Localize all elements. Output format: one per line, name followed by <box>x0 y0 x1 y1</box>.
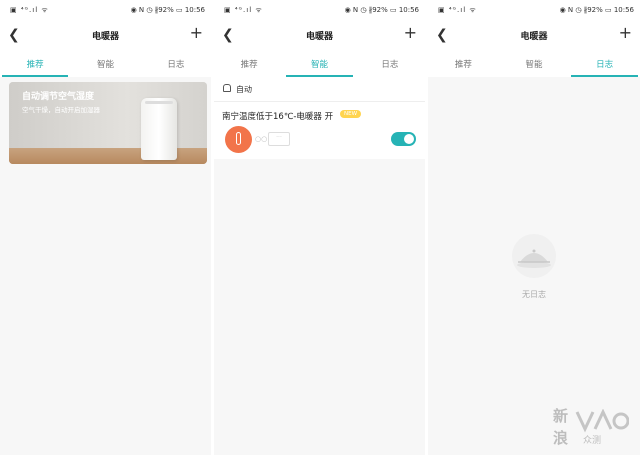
status-bar: ▣ ⁴ᴳ.ıl ᯤ ◉ N ◷ ∦92% ▭ 10:56 <box>428 0 640 20</box>
tab-bar: 推荐 智能 日志 <box>214 50 425 77</box>
status-bar: ▣ ⁴ᴳ.ıl ᯤ ◉ N ◷ ∦92% ▭ 10:56 <box>214 0 425 20</box>
empty-state-icon <box>512 234 556 278</box>
tab-log[interactable]: 日志 <box>141 50 211 77</box>
card-floor <box>9 148 207 164</box>
section-label: 自动 <box>236 85 252 94</box>
tab-log[interactable]: 日志 <box>355 50 425 77</box>
screen-smart: ▣ ⁴ᴳ.ıl ᯤ ◉ N ◷ ∦92% ▭ 10:56 ❮ 电暖器 + 推荐 … <box>214 0 425 455</box>
heater-device-icon: ··· <box>268 132 290 146</box>
rule-title: 南宁温度低于16℃-电暖器 开 <box>222 112 334 122</box>
tab-bar: 推荐 智能 日志 <box>428 50 640 77</box>
tab-smart[interactable]: 智能 <box>284 50 354 77</box>
status-left: ▣ ⁴ᴳ.ıl ᯤ <box>10 6 49 14</box>
watermark-char-bottom: 浪 <box>553 429 569 447</box>
section-header-auto: 自动 <box>214 77 425 101</box>
thermometer-icon <box>225 126 252 153</box>
card-subtitle: 空气干燥，自动开启加湿器 <box>22 106 100 114</box>
home-icon <box>223 84 231 92</box>
page-title: 电暖器 <box>520 32 548 42</box>
page-title: 电暖器 <box>305 32 333 42</box>
new-badge: NEW <box>340 110 362 118</box>
tab-smart[interactable]: 智能 <box>70 50 140 77</box>
card-title: 自动调节空气湿度 <box>22 92 95 102</box>
automation-rule-item[interactable]: 南宁温度低于16℃-电暖器 开 NEW ○○ ··· <box>214 101 425 159</box>
header: ❮ 电暖器 + <box>428 20 640 50</box>
rule-toggle[interactable] <box>391 132 416 146</box>
recommend-card[interactable]: 自动调节空气湿度 空气干燥，自动开启加湿器 <box>9 82 207 164</box>
plus-icon[interactable]: + <box>619 25 632 41</box>
tab-smart[interactable]: 智能 <box>499 50 570 77</box>
tab-recommend[interactable]: 推荐 <box>428 50 499 77</box>
screen-log: ▣ ⁴ᴳ.ıl ᯤ ◉ N ◷ ∦92% ▭ 10:56 ❮ 电暖器 + 推荐 … <box>428 0 640 455</box>
empty-state-text: 无日志 <box>522 290 546 299</box>
tab-recommend[interactable]: 推荐 <box>0 50 70 77</box>
plus-icon[interactable]: + <box>404 25 417 41</box>
tab-recommend[interactable]: 推荐 <box>214 50 284 77</box>
header: ❮ 电暖器 + <box>214 20 425 50</box>
status-left: ▣ ⁴ᴳ.ıl ᯤ <box>438 6 477 14</box>
screen-recommend: ▣ ⁴ᴳ.ıl ᯤ ◉ N ◷ ∦92% ▭ 10:56 ❮ 电暖器 + 推荐 … <box>0 0 211 455</box>
watermark-mark <box>575 409 629 433</box>
tab-log[interactable]: 日志 <box>569 50 640 77</box>
humidifier-image <box>141 98 177 160</box>
page-title: 电暖器 <box>91 32 119 42</box>
header: ❮ 电暖器 + <box>0 20 211 50</box>
tab-bar: 推荐 智能 日志 <box>0 50 211 77</box>
status-right: ◉ N ◷ ∦92% ▭ 10:56 <box>344 6 419 14</box>
link-icon: ○○ <box>255 135 268 143</box>
status-right: ◉ N ◷ ∦92% ▭ 10:56 <box>130 6 205 14</box>
watermark-logo-text: 众测 <box>583 436 602 446</box>
watermark-char-top: 新 <box>553 407 569 425</box>
watermark-logo: 新 浪 众测 <box>553 405 633 449</box>
plus-icon[interactable]: + <box>190 25 203 41</box>
status-bar: ▣ ⁴ᴳ.ıl ᯤ ◉ N ◷ ∦92% ▭ 10:56 <box>0 0 211 20</box>
status-left: ▣ ⁴ᴳ.ıl ᯤ <box>224 6 263 14</box>
status-right: ◉ N ◷ ∦92% ▭ 10:56 <box>559 6 634 14</box>
